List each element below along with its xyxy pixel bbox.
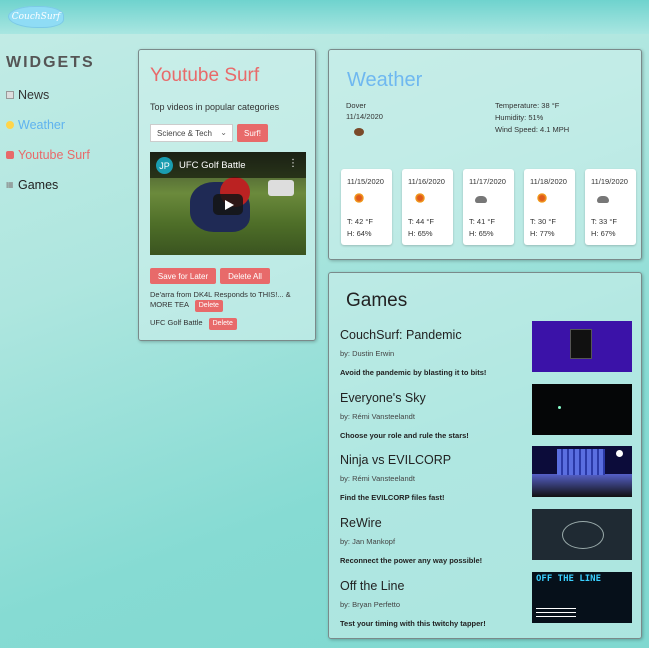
forecast-date: 11/16/2020 (408, 177, 445, 186)
game-item: ReWire by: Jan Mankopf Reconnect the pow… (340, 509, 636, 570)
game-thumbnail[interactable] (532, 321, 632, 372)
weather-widget: Weather Dover 11/14/2020 Temperature: 38… (328, 49, 642, 260)
game-description: Find the EVILCORP files fast! (340, 493, 445, 502)
wind-speed: Wind Speed: 4.1 MPH (495, 125, 570, 134)
forecast-card: 11/16/2020 T: 44 °F H: 65% (402, 169, 453, 245)
game-author: by: Jan Mankopf (340, 537, 396, 546)
game-author: by: Dustin Erwin (340, 349, 395, 358)
game-item: Off the Line by: Bryan Perfetto Test you… (340, 572, 636, 633)
chevron-down-icon: ⌄ (220, 128, 227, 137)
youtube-surf-widget: Youtube Surf Top videos in popular categ… (138, 49, 316, 341)
game-thumbnail[interactable] (532, 446, 632, 497)
game-item: CouchSurf: Pandemic by: Dustin Erwin Avo… (340, 321, 636, 382)
forecast-date: 11/19/2020 (591, 177, 628, 186)
forecast-card: 11/19/2020 T: 33 °F H: 67% (585, 169, 636, 245)
sidebar-item-games[interactable]: ▦ Games (6, 170, 126, 200)
forecast-temp: T: 44 °F (408, 217, 434, 226)
sidebar-item-label: Weather (18, 118, 66, 132)
weather-widget-title: Weather (347, 69, 423, 91)
forecast-date: 11/15/2020 (347, 177, 384, 186)
sun-icon (536, 193, 548, 203)
category-select[interactable]: Science & Tech ⌄ (150, 124, 233, 142)
game-thumbnail[interactable] (532, 509, 632, 560)
city-name: Dover (346, 101, 367, 110)
sidebar-item-weather[interactable]: Weather (6, 110, 126, 140)
forecast-humidity: H: 65% (469, 229, 494, 238)
sun-icon (6, 121, 14, 129)
video-player[interactable]: JP UFC Golf Battle ⋮ (150, 152, 306, 255)
saved-video-item: De'arra from DK4L Responds to THIS!... &… (150, 290, 310, 312)
forecast-temp: T: 30 °F (530, 217, 556, 226)
forecast-humidity: H: 64% (347, 229, 372, 238)
game-title[interactable]: CouchSurf: Pandemic (340, 328, 462, 342)
sidebar-item-label: News (18, 88, 50, 102)
current-weather-icon (354, 128, 364, 136)
forecast-humidity: H: 65% (408, 229, 433, 238)
sidebar-item-youtube-surf[interactable]: Youtube Surf (6, 140, 126, 170)
forecast-humidity: H: 77% (530, 229, 555, 238)
gamepad-icon: ▦ (6, 180, 14, 189)
game-title[interactable]: ReWire (340, 516, 382, 530)
category-select-value: Science & Tech (157, 128, 212, 138)
sidebar-item-news[interactable]: News (6, 80, 126, 110)
youtube-widget-title: Youtube Surf (150, 65, 260, 86)
game-item: Ninja vs EVILCORP by: Rémi Vansteelandt … (340, 446, 636, 507)
current-weather-location: Dover 11/14/2020 (346, 100, 383, 122)
game-author: by: Bryan Perfetto (340, 600, 401, 609)
couchsurf-logo[interactable]: CouchSurf (8, 6, 64, 28)
saved-videos-list: De'arra from DK4L Responds to THIS!... &… (150, 290, 310, 336)
delete-all-button[interactable]: Delete All (220, 268, 270, 284)
game-author: by: Rémi Vansteelandt (340, 412, 415, 421)
game-item: Everyone's Sky by: Rémi Vansteelandt Cho… (340, 384, 636, 445)
forecast-date: 11/17/2020 (469, 177, 506, 186)
channel-avatar[interactable]: JP (156, 157, 173, 174)
games-widget: Games CouchSurf: Pandemic by: Dustin Erw… (328, 272, 642, 639)
more-options-icon[interactable]: ⋮ (288, 158, 298, 169)
forecast-date: 11/18/2020 (530, 177, 567, 186)
sidebar-item-label: Youtube Surf (18, 148, 90, 162)
game-title[interactable]: Ninja vs EVILCORP (340, 453, 451, 467)
forecast-card: 11/15/2020 T: 42 °F H: 64% (341, 169, 392, 245)
forecast-temp: T: 41 °F (469, 217, 495, 226)
cloud-icon (475, 196, 487, 203)
game-title[interactable]: Everyone's Sky (340, 391, 426, 405)
game-author: by: Rémi Vansteelandt (340, 474, 415, 483)
game-description: Test your timing with this twitchy tappe… (340, 619, 486, 628)
current-date: 11/14/2020 (346, 112, 383, 121)
sidebar: WIDGETS News Weather Youtube Surf ▦ Game… (6, 54, 126, 200)
cloud-icon (597, 196, 609, 203)
game-thumbnail[interactable] (532, 572, 632, 623)
game-thumbnail[interactable] (532, 384, 632, 435)
forecast-humidity: H: 67% (591, 229, 616, 238)
forecast-temp: T: 42 °F (347, 217, 373, 226)
saved-video-title[interactable]: UFC Golf Battle (150, 318, 203, 327)
news-icon (6, 91, 14, 99)
sidebar-title: WIDGETS (6, 54, 95, 71)
sun-icon (414, 193, 426, 203)
play-button-icon[interactable] (213, 194, 243, 215)
temperature: Temperature: 38 °F (495, 101, 560, 110)
games-widget-title: Games (346, 290, 408, 311)
game-description: Choose your role and rule the stars! (340, 431, 469, 440)
forecast-card: 11/17/2020 T: 41 °F H: 65% (463, 169, 514, 245)
game-description: Reconnect the power any way possible! (340, 556, 483, 565)
forecast-card: 11/18/2020 T: 30 °F H: 77% (524, 169, 575, 245)
current-weather-stats: Temperature: 38 °F Humidity: 51% Wind Sp… (495, 100, 569, 136)
delete-button[interactable]: Delete (194, 300, 223, 312)
humidity: Humidity: 51% (495, 113, 544, 122)
sun-icon (353, 193, 365, 203)
video-title[interactable]: UFC Golf Battle (179, 160, 246, 171)
save-for-later-button[interactable]: Save for Later (150, 268, 216, 284)
video-thumbnail-golf-cart (268, 180, 294, 196)
forecast-temp: T: 33 °F (591, 217, 617, 226)
sidebar-item-label: Games (18, 178, 59, 192)
top-bar: CouchSurf (0, 0, 649, 34)
delete-button[interactable]: Delete (208, 318, 237, 330)
surf-button[interactable]: Surf! (237, 124, 268, 142)
youtube-icon (6, 151, 14, 159)
game-description: Avoid the pandemic by blasting it to bit… (340, 368, 487, 377)
saved-video-item: UFC Golf Battle Delete (150, 318, 310, 330)
game-title[interactable]: Off the Line (340, 579, 404, 593)
youtube-widget-subtitle: Top videos in popular categories (150, 102, 280, 112)
